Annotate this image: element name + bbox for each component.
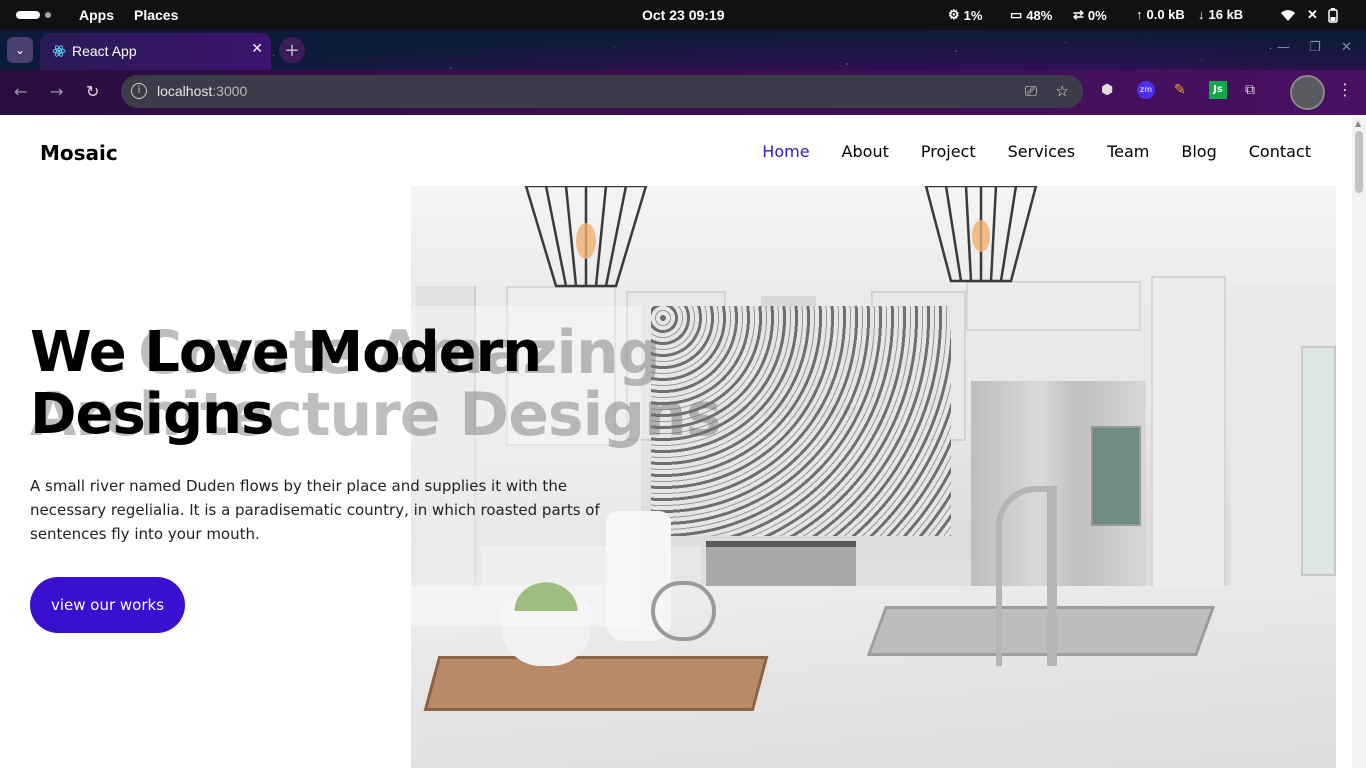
- nav-about[interactable]: About: [842, 142, 889, 161]
- web-page: Mosaic Home About Project Services Team …: [0, 115, 1352, 768]
- scroll-up-icon[interactable]: ▲: [1355, 119, 1361, 128]
- extension-zoom-icon[interactable]: zm: [1137, 81, 1155, 99]
- url-text[interactable]: localhost:3000: [157, 83, 247, 99]
- extension-pencil-icon[interactable]: ✎: [1174, 82, 1186, 98]
- profile-avatar[interactable]: [1290, 75, 1325, 110]
- hero-description: A small river named Duden flows by their…: [30, 477, 600, 543]
- nav-contact[interactable]: Contact: [1249, 142, 1311, 161]
- extension-js-icon[interactable]: Js: [1209, 81, 1227, 99]
- nav-home[interactable]: Home: [762, 142, 809, 161]
- extensions-puzzle-icon[interactable]: ⧉: [1245, 82, 1255, 98]
- places-menu[interactable]: Places: [134, 7, 178, 23]
- view-works-button[interactable]: view our works: [30, 577, 185, 633]
- install-app-icon[interactable]: ⎚: [1025, 82, 1037, 100]
- new-tab-button[interactable]: +: [279, 37, 305, 63]
- maximize-icon[interactable]: ❐: [1309, 40, 1321, 55]
- browser-toolbar: ← → ↻ i localhost:3000 ⎚ ☆ ⬢ zm ✎ Js ⧉ ⋮: [0, 70, 1366, 115]
- browser-chrome: ⌄ React App ✕ + — ❐ ✕ ← → ↻ i localhost:…: [0, 30, 1366, 115]
- extension-shield-icon[interactable]: ⬢: [1101, 82, 1113, 98]
- wifi-icon: [1281, 10, 1295, 21]
- download-arrow-icon: ↓: [1198, 7, 1205, 22]
- cpu-indicator[interactable]: ⚙ 1%: [948, 7, 982, 23]
- volume-muted-icon: ✕: [1307, 7, 1318, 22]
- memory-icon: ▭: [1010, 7, 1023, 22]
- hero-headline: We Love Modern Designs: [30, 320, 542, 447]
- cpu-icon: ⚙: [948, 7, 960, 22]
- back-icon[interactable]: ←: [14, 82, 27, 101]
- upload-value: 0.0 kB: [1146, 7, 1185, 22]
- minimize-icon[interactable]: —: [1277, 40, 1290, 55]
- memory-value: 48%: [1026, 7, 1053, 23]
- cpu-value: 1%: [963, 7, 983, 23]
- nav-project[interactable]: Project: [921, 142, 976, 161]
- swap-icon: ⇄: [1073, 7, 1084, 22]
- nav-team[interactable]: Team: [1107, 142, 1149, 161]
- close-window-icon[interactable]: ✕: [1341, 40, 1352, 55]
- reload-icon[interactable]: ↻: [86, 82, 99, 101]
- page-scrollbar[interactable]: ▲: [1352, 115, 1366, 768]
- download-indicator[interactable]: ↓ 16 kB: [1198, 7, 1243, 22]
- tab-search-button[interactable]: ⌄: [7, 37, 33, 63]
- nav-blog[interactable]: Blog: [1181, 142, 1216, 161]
- system-top-bar: Apps Places Oct 23 09:19 ⚙ 1% ▭ 48% ⇄ 0%…: [0, 0, 1366, 30]
- apps-menu[interactable]: Apps: [79, 7, 114, 23]
- clock[interactable]: Oct 23 09:19: [642, 7, 725, 23]
- tab-title: React App: [72, 43, 137, 59]
- status-icons[interactable]: ✕: [1279, 7, 1338, 23]
- scrollbar-thumb[interactable]: [1355, 131, 1363, 193]
- swap-indicator[interactable]: ⇄ 0%: [1073, 7, 1107, 23]
- close-tab-icon[interactable]: ✕: [251, 41, 263, 57]
- download-value: 16 kB: [1208, 7, 1244, 22]
- address-bar[interactable]: i localhost:3000 ⎚ ☆: [121, 75, 1083, 108]
- upload-arrow-icon: ↑: [1136, 7, 1143, 22]
- battery-icon: [1328, 7, 1338, 23]
- main-nav: Home About Project Services Team Blog Co…: [730, 142, 1311, 161]
- bookmark-star-icon[interactable]: ☆: [1056, 82, 1069, 100]
- forward-icon[interactable]: →: [50, 82, 63, 101]
- workspace-dot[interactable]: [45, 12, 51, 18]
- memory-indicator[interactable]: ▭ 48%: [1010, 7, 1052, 23]
- activities-indicator[interactable]: [16, 11, 40, 19]
- upload-indicator[interactable]: ↑ 0.0 kB: [1136, 7, 1185, 22]
- react-icon: [52, 45, 66, 57]
- swap-value: 0%: [1087, 7, 1107, 23]
- browser-menu-icon[interactable]: ⋮: [1337, 80, 1353, 99]
- site-info-icon[interactable]: i: [131, 83, 147, 99]
- site-logo[interactable]: Mosaic: [40, 141, 118, 165]
- nav-services[interactable]: Services: [1008, 142, 1075, 161]
- active-tab[interactable]: React App ✕: [40, 33, 271, 70]
